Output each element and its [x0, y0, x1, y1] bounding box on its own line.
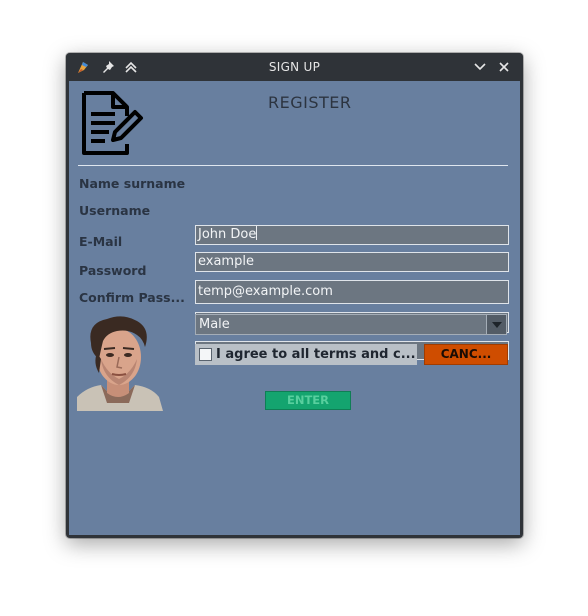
chevron-down-icon[interactable]: [486, 315, 506, 334]
password-label: Password: [79, 263, 147, 278]
username-label: Username: [79, 203, 151, 218]
email-label: E-Mail: [79, 234, 123, 249]
signup-window: SIGN UP REGISTER Name surname Username E…: [66, 53, 523, 538]
register-heading: REGISTER: [268, 93, 352, 112]
terms-checkbox-row[interactable]: I agree to all terms and c...: [195, 344, 417, 365]
enter-button[interactable]: ENTER: [265, 391, 351, 410]
register-panel: REGISTER Name surname Username E-Mail Pa…: [69, 81, 520, 535]
close-icon[interactable]: [496, 59, 512, 75]
window-title: SIGN UP: [268, 60, 321, 74]
name-surname-label: Name surname: [79, 176, 186, 191]
gender-select[interactable]: Male: [195, 314, 507, 335]
document-edit-icon: [82, 91, 143, 155]
gender-select-value: Male: [199, 317, 230, 332]
title-bar[interactable]: SIGN UP: [66, 53, 523, 81]
name-surname-value: John Doe: [198, 227, 257, 242]
confirm-password-label: Confirm Pass...: [79, 290, 185, 305]
header-divider: [78, 165, 508, 166]
cancel-button[interactable]: CANC...: [424, 344, 508, 365]
avatar-portrait: [77, 316, 163, 411]
minimize-chevron-icon[interactable]: [472, 59, 488, 75]
terms-checkbox[interactable]: [199, 348, 212, 361]
name-surname-field[interactable]: John Doe: [195, 225, 509, 245]
email-field[interactable]: temp@example.com: [195, 280, 509, 304]
text-caret: [256, 226, 258, 240]
username-field[interactable]: example: [195, 252, 509, 272]
terms-label: I agree to all terms and c...: [216, 347, 416, 362]
